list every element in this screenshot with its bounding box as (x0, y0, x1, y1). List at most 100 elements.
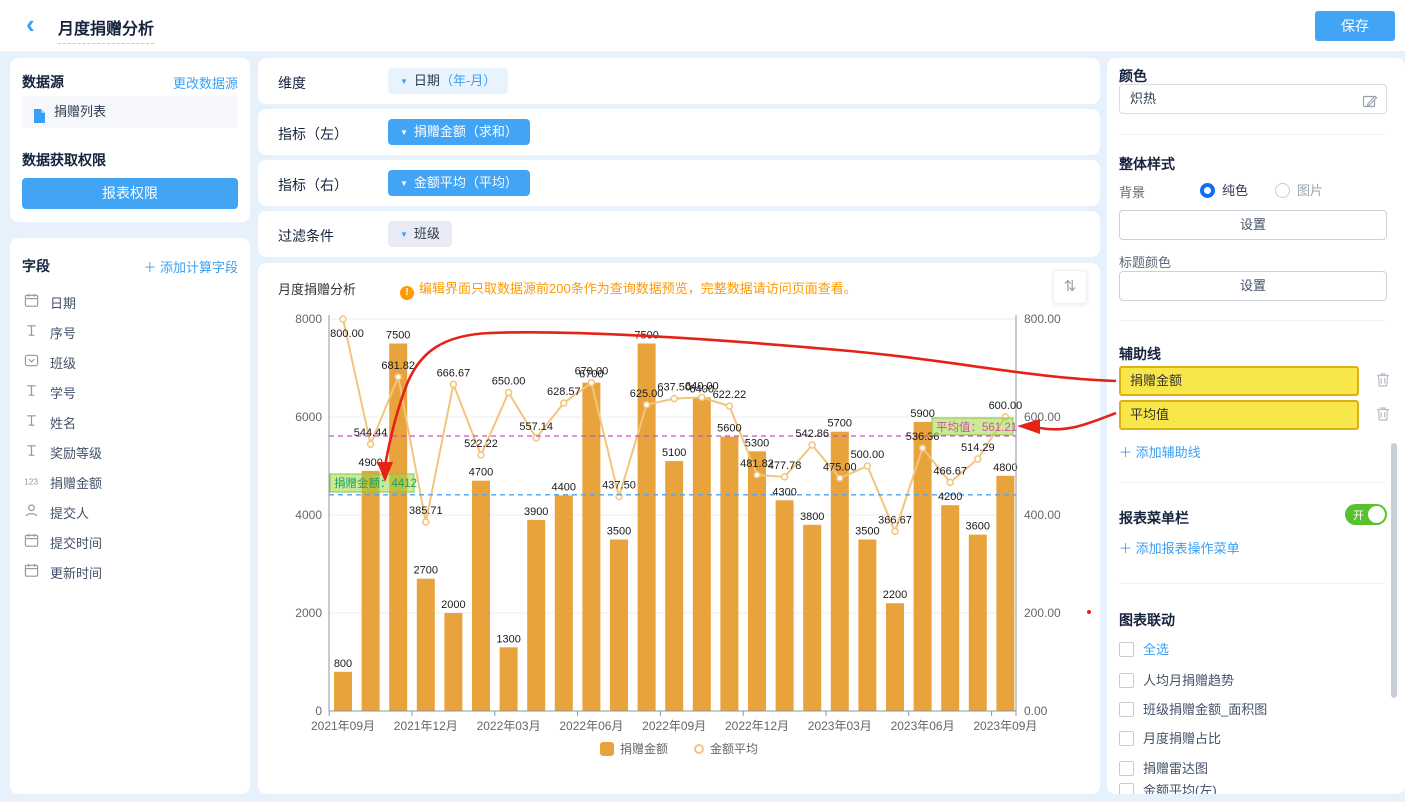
background-set-button[interactable]: 设置 (1119, 210, 1387, 240)
field-item-日期[interactable]: 日期 (10, 286, 250, 316)
title-color-set-button[interactable]: 设置 (1119, 271, 1387, 301)
checkbox-icon[interactable] (1119, 731, 1134, 746)
bar-捐赠金额[interactable] (748, 451, 766, 711)
line-point[interactable] (837, 475, 843, 481)
checkbox-icon[interactable] (1119, 673, 1134, 688)
line-point[interactable] (644, 402, 650, 408)
scrollbar-thumb[interactable] (1391, 443, 1397, 698)
config-tag[interactable]: ▼日期（年-月） (388, 68, 508, 94)
page-title[interactable]: 月度捐赠分析 (58, 15, 154, 44)
bar-捐赠金额[interactable] (720, 437, 738, 711)
line-point[interactable] (395, 374, 401, 380)
field-item-捐赠金额[interactable]: 123捐赠金额 (10, 466, 250, 496)
guide-input-捐赠金额[interactable]: 捐赠金额 (1119, 366, 1359, 396)
right-axis-tick: 600.00 (1024, 410, 1061, 424)
bar-捐赠金额[interactable] (858, 540, 876, 712)
line-point[interactable] (920, 445, 926, 451)
back-icon[interactable]: ‹ (26, 9, 35, 40)
toggle-on-label: 开 (1353, 507, 1364, 523)
line-value-label: 666.67 (437, 367, 471, 379)
config-tag[interactable]: ▼捐赠金额（求和） (388, 119, 530, 145)
bar-捐赠金额[interactable] (472, 481, 490, 711)
field-item-提交人[interactable]: 提交人 (10, 496, 250, 526)
linkage-item-捐赠雷达图[interactable]: 捐赠雷达图 (1119, 758, 1208, 776)
pencil-icon[interactable] (1362, 91, 1378, 119)
radio-solid-color[interactable]: 纯色 (1200, 180, 1248, 200)
field-item-班级[interactable]: 班级 (10, 346, 250, 376)
line-point[interactable] (809, 442, 815, 448)
line-point[interactable] (754, 472, 760, 478)
line-point[interactable] (450, 381, 456, 387)
datasource-item[interactable]: 捐赠列表 (22, 96, 238, 128)
config-tag[interactable]: ▼班级 (388, 221, 452, 247)
legend-item-金额平均[interactable]: 金额平均 (694, 740, 758, 757)
config-row-label: 维度 (278, 73, 306, 93)
linkage-select-all[interactable]: 全选 (1119, 639, 1169, 657)
line-point[interactable] (423, 519, 429, 525)
line-point[interactable] (561, 400, 567, 406)
config-tag[interactable]: ▼金额平均（平均） (388, 170, 530, 196)
bar-捐赠金额[interactable] (389, 344, 407, 712)
bar-捐赠金额[interactable] (444, 613, 462, 711)
line-point[interactable] (892, 528, 898, 534)
checkbox-icon[interactable] (1119, 702, 1134, 717)
field-label: 提交时间 (50, 533, 102, 552)
checkbox-icon[interactable] (1119, 783, 1134, 794)
add-guide-link[interactable]: ＋ 添加辅助线 (1119, 442, 1201, 461)
field-label: 日期 (50, 293, 76, 312)
bar-捐赠金额[interactable] (362, 471, 380, 711)
checkbox-icon[interactable] (1119, 761, 1134, 776)
radio-image[interactable]: 图片 (1275, 180, 1323, 200)
text-icon (24, 383, 39, 403)
line-point[interactable] (368, 441, 374, 447)
bar-捐赠金额[interactable] (969, 535, 987, 711)
add-calc-field-link[interactable]: ＋ 添加计算字段 (143, 257, 238, 276)
linkage-item-月度捐赠占比[interactable]: 月度捐赠占比 (1119, 728, 1221, 746)
bar-捐赠金额[interactable] (886, 603, 904, 711)
line-point[interactable] (340, 316, 346, 322)
line-point[interactable] (478, 452, 484, 458)
bar-捐赠金额[interactable] (941, 505, 959, 711)
bar-捐赠金额[interactable] (803, 525, 821, 711)
field-item-提交时间[interactable]: 提交时间 (10, 526, 250, 556)
report-menu-toggle[interactable]: 开 (1345, 504, 1387, 525)
line-point[interactable] (975, 456, 981, 462)
bar-捐赠金额[interactable] (582, 383, 600, 711)
bar-捐赠金额[interactable] (996, 476, 1014, 711)
field-item-姓名[interactable]: 姓名 (10, 406, 250, 436)
line-point[interactable] (726, 403, 732, 409)
linkage-item-金额平均(左)[interactable]: 金额平均(左) (1119, 780, 1217, 794)
trash-icon[interactable] (1375, 405, 1391, 427)
linkage-item-人均月捐赠趋势[interactable]: 人均月捐赠趋势 (1119, 670, 1234, 688)
line-point[interactable] (671, 396, 677, 402)
linkage-item-班级捐赠金额_面积图[interactable]: 班级捐赠金额_面积图 (1119, 699, 1267, 717)
bar-捐赠金额[interactable] (555, 495, 573, 711)
bar-捐赠金额[interactable] (500, 647, 518, 711)
legend-item-捐赠金额[interactable]: 捐赠金额 (600, 740, 668, 757)
field-label: 序号 (50, 323, 76, 342)
line-point[interactable] (864, 463, 870, 469)
add-report-menu-link[interactable]: ＋ 添加报表操作菜单 (1119, 538, 1240, 557)
save-button[interactable]: 保存 (1315, 11, 1395, 41)
bar-捐赠金额[interactable] (693, 397, 711, 711)
bar-捐赠金额[interactable] (417, 579, 435, 711)
bar-捐赠金额[interactable] (776, 500, 794, 711)
trash-icon[interactable] (1375, 371, 1391, 393)
field-item-奖励等级[interactable]: 奖励等级 (10, 436, 250, 466)
bar-捐赠金额[interactable] (334, 672, 352, 711)
bar-捐赠金额[interactable] (527, 520, 545, 711)
change-datasource-link[interactable]: 更改数据源 (173, 73, 238, 92)
line-point[interactable] (506, 390, 512, 396)
bar-捐赠金额[interactable] (665, 461, 683, 711)
checkbox-icon[interactable] (1119, 642, 1134, 657)
line-point[interactable] (947, 479, 953, 485)
field-item-学号[interactable]: 学号 (10, 376, 250, 406)
line-point[interactable] (782, 474, 788, 480)
report-permission-button[interactable]: 报表权限 (22, 178, 238, 209)
bar-捐赠金额[interactable] (610, 540, 628, 712)
field-item-序号[interactable]: 序号 (10, 316, 250, 346)
guide-input-平均值[interactable]: 平均值 (1119, 400, 1359, 430)
field-item-更新时间[interactable]: 更新时间 (10, 556, 250, 586)
bar-捐赠金额[interactable] (831, 432, 849, 711)
color-scheme-input[interactable]: 炽热 (1119, 84, 1387, 114)
